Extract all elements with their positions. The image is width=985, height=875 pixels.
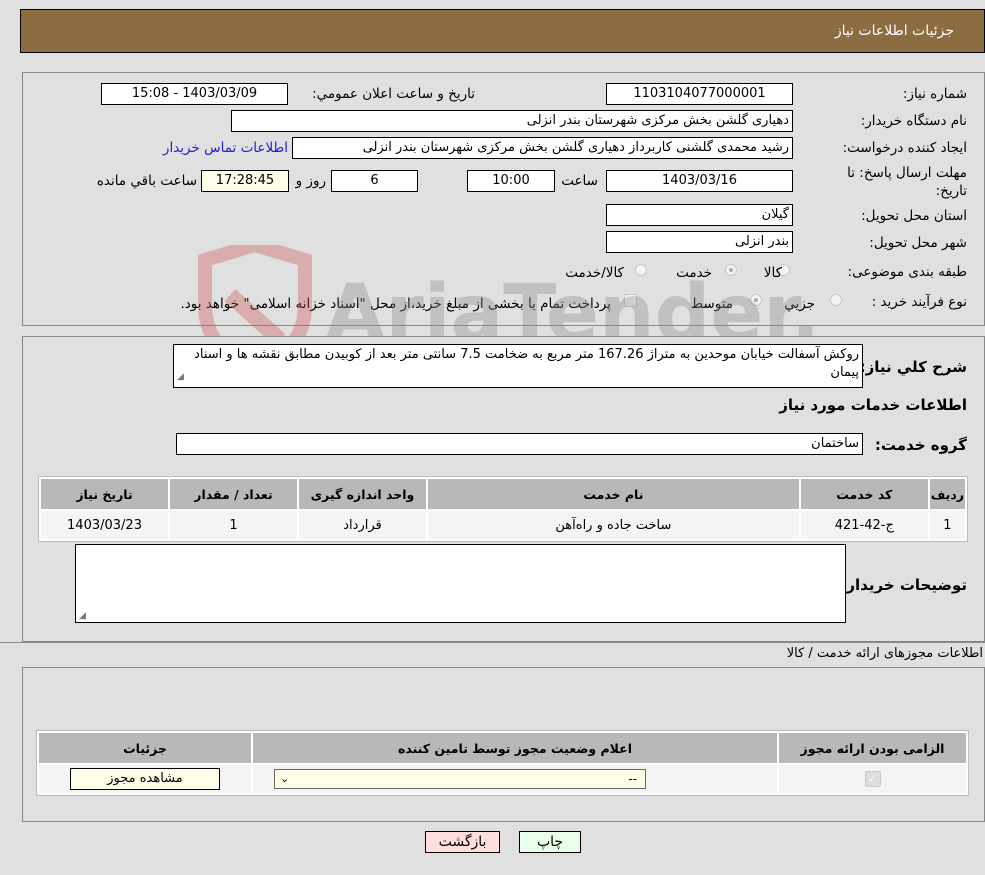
page-title: جزئیات اطلاعات نیاز [834, 23, 954, 39]
process-option-medium: متوسط [690, 296, 733, 312]
permit-status-select[interactable]: -- ⌄ [274, 769, 646, 789]
buyer-notes-text: ◢ [75, 544, 846, 623]
cell-permit-required: ✓ [779, 765, 966, 793]
deadline-time-label: ساعت [561, 173, 598, 189]
buyer-org-label: نام دستگاه خریدار: [860, 113, 967, 129]
view-permit-button[interactable]: مشاهده مجوز [70, 768, 220, 790]
services-title: اطلاعات خدمات مورد نیاز [779, 396, 967, 414]
cell-quantity: 1 [170, 511, 297, 539]
announce-field: 1403/03/09 - 15:08 [101, 83, 288, 105]
service-group-field: ساختمان [176, 433, 863, 455]
description-label: شرح کلي نياز: [859, 358, 967, 376]
cell-unit: قرارداد [299, 511, 426, 539]
permit-status-value: -- [628, 772, 637, 786]
creator-label: ایجاد کننده درخواست: [842, 140, 967, 156]
category-radio-goods-service[interactable] [635, 264, 647, 276]
cell-need-date: 1403/03/23 [41, 511, 168, 539]
page-header: جزئیات اطلاعات نیاز [20, 9, 985, 53]
buyer-org-field: دهیاری گلشن بخش مرکزی شهرستان بندر انزلی [231, 110, 793, 132]
permits-table: الزامی بودن ارائه مجوز اعلام وضعیت مجوز … [36, 730, 969, 796]
city-field: بندر انزلی [606, 231, 793, 253]
deadline-label: مهلت ارسال پاسخ: تا تاریخ: [847, 165, 967, 199]
days-label: روز و [295, 173, 326, 189]
cell-permit-details: مشاهده مجوز [39, 765, 251, 793]
process-radio-minor[interactable] [830, 294, 842, 306]
permits-divider [0, 642, 985, 643]
col-permit-required: الزامی بودن ارائه مجوز [779, 733, 966, 763]
col-unit: واحد اندازه گیری [299, 479, 426, 509]
chevron-down-icon: ⌄ [280, 772, 290, 785]
resize-handle-icon[interactable]: ◢ [177, 368, 184, 386]
process-radio-medium[interactable] [750, 294, 762, 306]
permit-required-checkbox: ✓ [864, 771, 881, 787]
category-option-service: خدمت [676, 265, 712, 281]
remaining-time-label: ساعت باقي مانده [96, 173, 197, 189]
process-option-minor: جزيي [784, 296, 815, 312]
need-number-field: 1103104077000001 [606, 83, 793, 105]
col-need-date: تاریخ نیاز [41, 479, 168, 509]
col-permit-status: اعلام وضعیت مجوز توسط تامین کننده [253, 733, 777, 763]
col-permit-details: جزئیات [39, 733, 251, 763]
service-group-label: گروه خدمت: [874, 436, 967, 454]
table-row: ✓ -- ⌄ مشاهده مجوز [39, 765, 966, 793]
col-service-code: کد خدمت [800, 479, 928, 509]
cell-service-name: ساخت جاده و راه‌آهن [428, 511, 799, 539]
deadline-time-field: 10:00 [467, 170, 555, 192]
description-text: روکش آسفالت خیابان موحدین به متراژ 167.2… [173, 344, 863, 388]
col-service-name: نام خدمت [428, 479, 799, 509]
process-label: نوع فرآیند خرید : [871, 294, 967, 310]
category-option-goods: کالا [763, 265, 782, 281]
creator-field: رشید محمدی گلشنی کاربرداز دهیاری گلشن بخ… [292, 137, 793, 159]
print-button[interactable]: چاپ [519, 831, 581, 853]
province-label: استان محل تحویل: [861, 208, 967, 224]
col-row: ردیف [929, 479, 965, 509]
remaining-time-field: 17:28:45 [201, 170, 289, 192]
category-label: طبقه بندی موضوعی: [847, 264, 967, 280]
buyer-contact-link[interactable]: اطلاعات تماس خریدار [163, 140, 288, 156]
cell-service-code: ج-42-421 [800, 511, 928, 539]
treasury-checkbox[interactable] [624, 294, 637, 307]
category-radio-service[interactable] [725, 264, 737, 276]
permits-section-title: اطلاعات مجوزهای ارائه خدمت / کالا [786, 646, 983, 661]
services-table-header: ردیف کد خدمت نام خدمت واحد اندازه گیری ت… [41, 479, 965, 509]
table-row: 1 ج-42-421 ساخت جاده و راه‌آهن قرارداد 1… [41, 511, 965, 539]
cell-row: 1 [929, 511, 965, 539]
resize-handle-icon[interactable]: ◢ [79, 611, 86, 621]
services-table: ردیف کد خدمت نام خدمت واحد اندازه گیری ت… [38, 476, 968, 542]
days-remaining-field: 6 [331, 170, 418, 192]
city-label: شهر محل تحویل: [869, 235, 967, 251]
treasury-note: پرداخت تمام یا بخشی از مبلغ خرید،از محل … [180, 296, 611, 312]
announce-label: تاريخ و ساعت اعلان عمومي: [312, 86, 475, 102]
deadline-date-field: 1403/03/16 [606, 170, 793, 192]
description-content: روکش آسفالت خیابان موحدین به متراژ 167.2… [194, 347, 859, 380]
need-number-label: شماره نیاز: [902, 86, 967, 102]
col-quantity: تعداد / مقدار [170, 479, 297, 509]
buyer-notes-label: توضیحات خریدار: [840, 576, 967, 594]
permits-table-header: الزامی بودن ارائه مجوز اعلام وضعیت مجوز … [39, 733, 966, 763]
back-button[interactable]: بازگشت [425, 831, 500, 853]
province-field: گیلان [606, 204, 793, 226]
category-option-goods-service: کالا/خدمت [565, 265, 624, 281]
cell-permit-status: -- ⌄ [253, 765, 777, 793]
